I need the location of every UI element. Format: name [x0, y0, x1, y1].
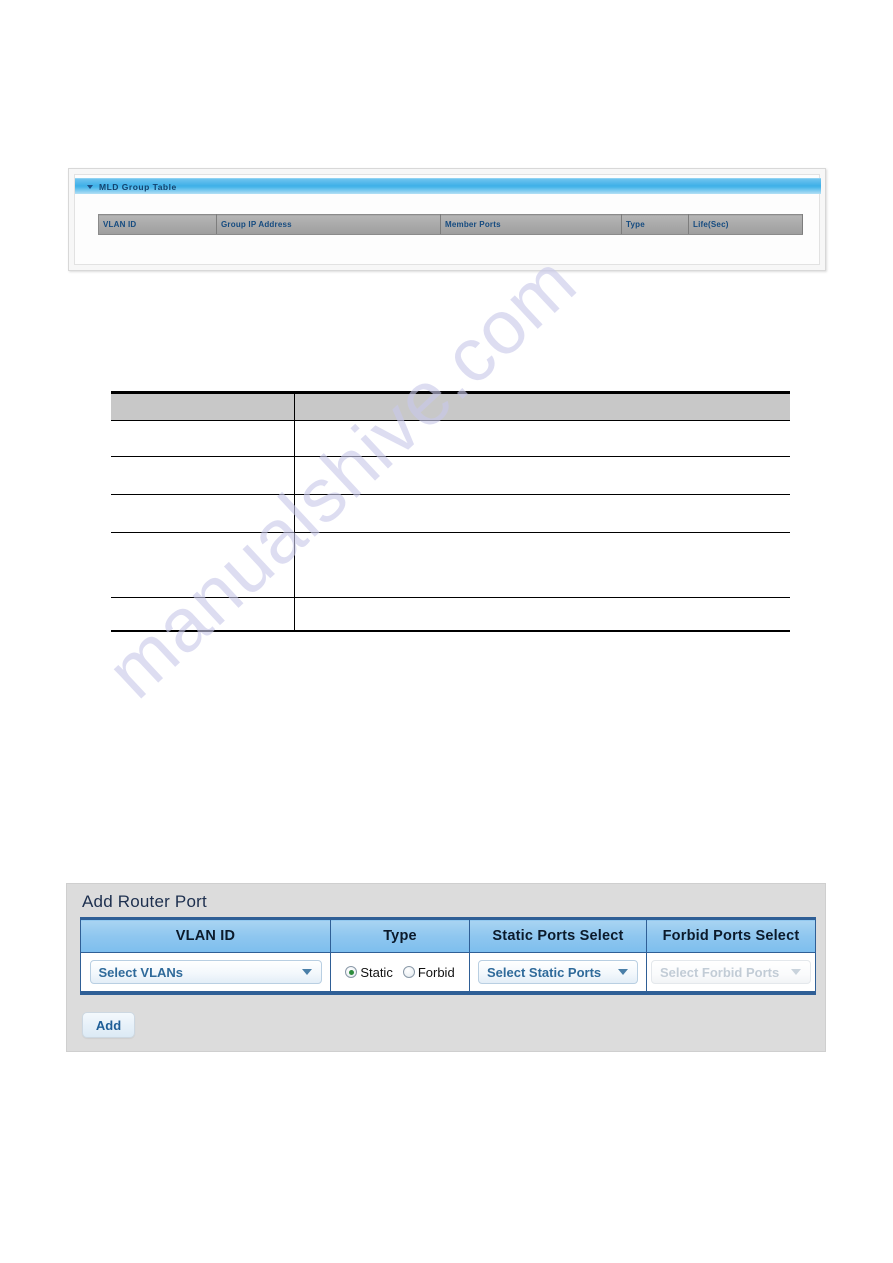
forbid-ports-select-value: Select Forbid Ports	[660, 964, 780, 980]
desc-row-3-label	[111, 562, 294, 568]
desc-row-1-label	[111, 473, 294, 479]
desc-row-4-value	[295, 611, 791, 617]
radio-forbid-indicator[interactable]	[402, 966, 415, 978]
radio-static-indicator[interactable]	[345, 966, 358, 978]
chevron-down-icon[interactable]	[618, 969, 628, 975]
add-router-port-title: Add Router Port	[82, 892, 207, 911]
vlan-select-dropdown[interactable]: Select VLANs	[89, 960, 322, 984]
static-ports-cell: Select Static Ports	[469, 952, 647, 995]
arp-col-vlan-id: VLAN ID	[80, 917, 331, 953]
static-ports-select-value: Select Static Ports	[487, 964, 602, 980]
table-row	[111, 420, 791, 457]
mld-col-vlan-id: VLAN ID	[98, 214, 217, 235]
mld-col-life-sec: Life(Sec)	[688, 214, 803, 235]
chevron-down-icon[interactable]	[301, 969, 312, 975]
desc-row-2-value	[295, 511, 791, 517]
type-radio-group: Static Forbid	[331, 953, 469, 991]
desc-row-1-value	[295, 473, 791, 479]
table-row	[111, 494, 791, 533]
radio-static-label: Static	[360, 964, 393, 980]
vlan-select-value: Select VLANs	[98, 964, 184, 980]
radio-forbid[interactable]: Forbid	[402, 964, 455, 980]
mld-col-type: Type	[621, 214, 689, 235]
desc-row-3-value	[295, 562, 791, 568]
desc-row-2-label	[111, 511, 294, 517]
vlan-id-cell: Select VLANs	[80, 952, 331, 995]
description-table-header-row	[111, 393, 791, 421]
desc-row-0-value	[295, 436, 791, 442]
radio-forbid-label: Forbid	[417, 964, 455, 980]
mld-col-member-ports: Member Ports	[440, 214, 622, 235]
radio-static[interactable]: Static	[345, 965, 393, 980]
desc-header-col2	[295, 404, 791, 410]
forbid-ports-cell: Select Forbid Ports	[646, 952, 816, 995]
mld-panel-title: MLD Group Table	[99, 181, 177, 192]
arp-col-static-ports-select: Static Ports Select	[469, 917, 647, 953]
add-button[interactable]: Add	[82, 1012, 135, 1038]
mld-group-table: VLAN ID Group IP Address Member Ports Ty…	[98, 214, 803, 235]
add-router-port-table: VLAN ID Type Static Ports Select Forbid …	[80, 917, 816, 995]
desc-row-4-label	[111, 611, 294, 617]
static-ports-select-dropdown[interactable]: Select Static Ports	[478, 960, 638, 984]
table-row	[111, 456, 791, 495]
mld-col-group-ip-address: Group IP Address	[216, 214, 441, 235]
desc-header-col1	[111, 404, 294, 410]
triangle-down-icon[interactable]	[87, 184, 93, 189]
type-cell: Static Forbid	[330, 952, 470, 995]
forbid-ports-select-dropdown: Select Forbid Ports	[651, 960, 811, 984]
description-table	[111, 391, 790, 632]
desc-row-0-label	[111, 436, 294, 442]
mld-group-table-panel: MLD Group Table VLAN ID Group IP Address…	[68, 168, 826, 271]
table-row	[111, 532, 791, 598]
arp-col-type: Type	[330, 917, 470, 953]
arp-col-forbid-ports-select: Forbid Ports Select	[646, 917, 816, 953]
add-router-port-header-row: VLAN ID Type Static Ports Select Forbid …	[80, 917, 816, 953]
add-router-port-panel: Add Router Port VLAN ID Type Static Port…	[66, 883, 826, 1052]
mld-panel-titlebar[interactable]: MLD Group Table	[75, 178, 821, 194]
add-router-port-input-row: Select VLANs Static Forbid Select Static…	[80, 952, 816, 995]
chevron-down-icon	[791, 969, 801, 975]
mld-table-header-row: VLAN ID Group IP Address Member Ports Ty…	[98, 214, 803, 235]
table-row	[111, 597, 791, 632]
